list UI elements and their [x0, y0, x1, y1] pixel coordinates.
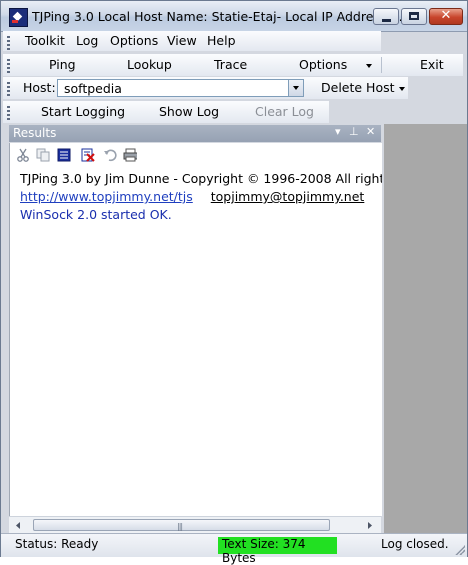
- host-dropdown-button[interactable]: [288, 80, 303, 96]
- toolbar-separator: [381, 57, 382, 73]
- delete-host-button[interactable]: Delete Host: [321, 80, 395, 95]
- host-label: Host:: [23, 80, 56, 95]
- pin-icon[interactable]: ⊥: [349, 125, 359, 138]
- results-toolbar: [9, 143, 382, 167]
- options-dropdown-icon[interactable]: [366, 64, 372, 68]
- links-line: http://www.topjimmy.net/tjs topjimmy@top…: [20, 189, 364, 204]
- email-link[interactable]: topjimmy@topjimmy.net: [211, 189, 365, 204]
- scrollbar-thumb[interactable]: |||: [33, 519, 330, 531]
- menu-log[interactable]: Log: [76, 33, 98, 48]
- minimize-button[interactable]: [373, 8, 399, 25]
- toolbar-grip-icon[interactable]: [7, 59, 10, 73]
- menu-toolkit[interactable]: Toolkit: [25, 33, 65, 48]
- status-text: Status: Ready: [15, 537, 99, 551]
- cut-icon[interactable]: [16, 148, 30, 162]
- menu-bar: Toolkit Log Options View Help: [3, 31, 381, 51]
- lookup-button[interactable]: Lookup: [127, 57, 172, 72]
- menu-view[interactable]: View: [167, 33, 197, 48]
- main-toolbar: Ping Lookup Trace Options Exit: [3, 54, 463, 76]
- results-output[interactable]: TJPing 3.0 by Jim Dunne - Copyright © 19…: [9, 167, 382, 516]
- winsock-line: WinSock 2.0 started OK.: [20, 207, 172, 222]
- undo-icon[interactable]: [103, 148, 117, 162]
- empty-dock-area: [384, 124, 467, 533]
- show-log-button[interactable]: Show Log: [159, 104, 219, 119]
- thumb-grip-icon: |||: [177, 522, 183, 531]
- trace-button[interactable]: Trace: [214, 57, 247, 72]
- log-status: Log closed.: [381, 537, 449, 551]
- status-bar: Status: Ready Text Size: 374 Bytes Log c…: [1, 533, 467, 565]
- pane-menu-icon[interactable]: ▾: [335, 125, 341, 138]
- scroll-right-icon[interactable]: [364, 519, 376, 532]
- results-pane-header: Results ▾ ⊥ ✕: [9, 125, 381, 142]
- toolbar-grip-icon[interactable]: [7, 36, 10, 50]
- options-button[interactable]: Options: [299, 57, 347, 72]
- start-logging-button[interactable]: Start Logging: [41, 104, 125, 119]
- copy-icon[interactable]: [36, 148, 50, 162]
- toolbar-grip-icon[interactable]: [7, 82, 10, 96]
- copyright-line: TJPing 3.0 by Jim Dunne - Copyright © 19…: [20, 171, 382, 186]
- text-size-panel: Text Size: 374 Bytes: [218, 537, 337, 565]
- maximize-icon: [409, 12, 419, 20]
- host-combobox[interactable]: softpedia: [57, 79, 304, 97]
- log-toolbar: Start Logging Show Log Clear Log: [3, 101, 329, 123]
- ping-button[interactable]: Ping: [49, 57, 76, 72]
- app-icon[interactable]: [9, 8, 28, 27]
- host-input[interactable]: softpedia: [64, 81, 122, 96]
- maximize-button[interactable]: [401, 8, 427, 25]
- minimize-icon: [382, 19, 391, 22]
- horizontal-scrollbar[interactable]: |||: [9, 516, 381, 534]
- title-bar[interactable]: TJPing 3.0 Local Host Name: Statie-Etaj-…: [1, 1, 467, 32]
- delete-icon[interactable]: [81, 148, 95, 162]
- print-icon[interactable]: [123, 148, 137, 162]
- clear-log-button[interactable]: Clear Log: [255, 104, 314, 119]
- app-window: TJPing 3.0 Local Host Name: Statie-Etaj-…: [0, 0, 468, 565]
- select-all-icon[interactable]: [57, 148, 71, 162]
- close-icon: ✕: [440, 8, 452, 23]
- host-toolbar: Host: softpedia Delete Host: [3, 77, 408, 99]
- website-link[interactable]: http://www.topjimmy.net/tjs: [20, 189, 193, 204]
- results-title: Results: [13, 126, 57, 140]
- window-title: TJPing 3.0 Local Host Name: Statie-Etaj-…: [32, 9, 407, 24]
- resize-grip-icon[interactable]: [455, 545, 465, 555]
- scroll-left-icon[interactable]: [12, 519, 24, 532]
- toolbar-grip-icon[interactable]: [7, 106, 10, 120]
- delete-host-dropdown-icon[interactable]: [399, 87, 405, 91]
- pane-close-icon[interactable]: ✕: [366, 125, 375, 138]
- exit-button[interactable]: Exit: [420, 57, 444, 72]
- chevron-down-icon: [293, 86, 299, 90]
- menu-options[interactable]: Options: [110, 33, 158, 48]
- menu-help[interactable]: Help: [207, 33, 236, 48]
- close-button[interactable]: ✕: [429, 8, 463, 25]
